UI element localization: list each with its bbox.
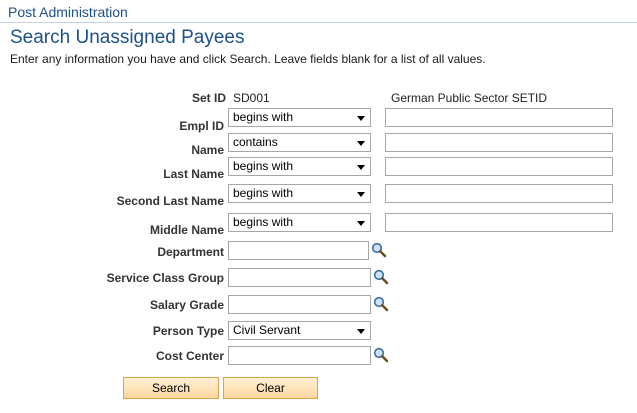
emplid-operator-select[interactable]: begins with	[228, 108, 371, 127]
middle-name-operator-select[interactable]: begins with	[228, 213, 371, 232]
page-title: Search Unassigned Payees	[10, 27, 245, 48]
magnifying-glass-icon[interactable]	[371, 242, 387, 258]
magnifying-glass-icon[interactable]	[373, 347, 389, 363]
chevron-down-icon	[357, 116, 365, 121]
second-last-name-operator-select[interactable]: begins with	[228, 184, 371, 203]
name-input[interactable]	[385, 133, 613, 152]
last-name-label: Last Name	[163, 167, 224, 181]
salary-grade-input[interactable]	[228, 295, 371, 314]
breadcrumb: Post Administration	[0, 0, 637, 23]
name-operator-select[interactable]: contains	[228, 133, 371, 152]
search-button[interactable]: Search	[123, 377, 219, 399]
person-type-value: Civil Servant	[233, 323, 301, 337]
department-label: Department	[157, 245, 224, 259]
salary-grade-label: Salary Grade	[149, 298, 224, 312]
middle-name-input[interactable]	[385, 213, 613, 232]
setid-description: German Public Sector SETID	[391, 91, 548, 105]
name-operator-value: contains	[233, 135, 278, 149]
emplid-operator-value: begins with	[233, 110, 294, 124]
setid-value: SD001	[233, 91, 270, 105]
name-label: Name	[191, 143, 224, 157]
chevron-down-icon	[357, 329, 365, 334]
cost-center-input[interactable]	[228, 346, 371, 365]
magnifying-glass-icon[interactable]	[373, 269, 389, 285]
chevron-down-icon	[357, 165, 365, 170]
person-type-select[interactable]: Civil Servant	[228, 321, 371, 340]
middle-name-label: Middle Name	[149, 223, 224, 237]
last-name-input[interactable]	[385, 157, 613, 176]
emplid-label: Empl ID	[179, 119, 224, 133]
second-last-name-input[interactable]	[385, 184, 613, 203]
last-name-operator-value: begins with	[233, 159, 294, 173]
instructions-text: Enter any information you have and click…	[10, 52, 486, 66]
chevron-down-icon	[357, 221, 365, 226]
cost-center-label: Cost Center	[155, 349, 224, 363]
middle-name-operator-value: begins with	[233, 215, 294, 229]
service-class-group-label: Service Class Group	[106, 271, 224, 285]
second-last-name-operator-value: begins with	[233, 186, 294, 200]
second-last-name-label: Second Last Name	[116, 194, 224, 208]
department-input[interactable]	[228, 241, 369, 260]
last-name-operator-select[interactable]: begins with	[228, 157, 371, 176]
setid-label: Set ID	[191, 91, 226, 105]
emplid-input[interactable]	[385, 108, 613, 127]
person-type-label: Person Type	[152, 324, 224, 338]
service-class-group-input[interactable]	[228, 268, 371, 287]
chevron-down-icon	[357, 192, 365, 197]
magnifying-glass-icon[interactable]	[373, 296, 389, 312]
clear-button[interactable]: Clear	[223, 377, 318, 399]
chevron-down-icon	[357, 141, 365, 146]
